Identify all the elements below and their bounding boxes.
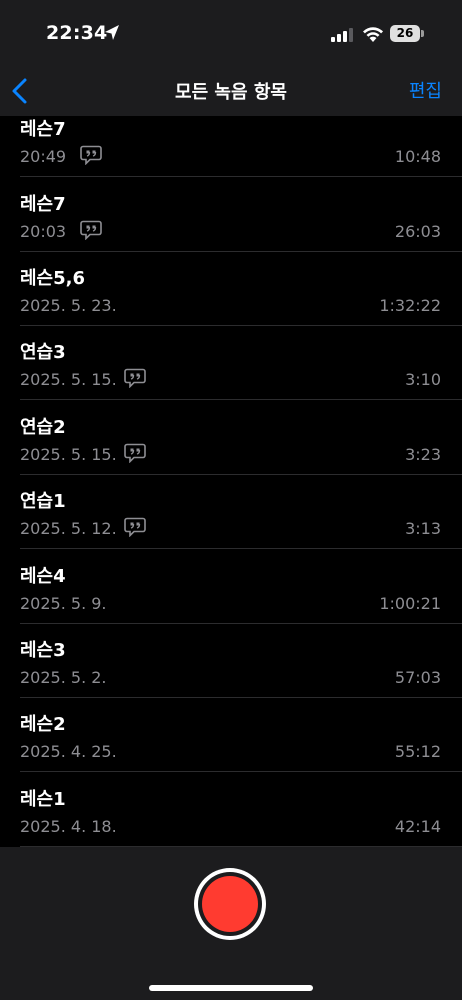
recording-date: 2025. 5. 12. [20,519,117,538]
recording-row[interactable]: 연습2 2025. 5. 15. 3:23 [0,401,462,475]
recording-title: 레슨2 [20,714,66,735]
recording-title: 레슨7 [20,119,66,140]
recording-row[interactable]: 레슨7 20:03 26:03 [0,178,462,252]
recordings-list: 레슨7 20:49 10:48 레슨7 20:03 26:03 레슨5,6 2025. 5. … [0,116,462,847]
recording-title: 연습2 [20,417,66,438]
recording-date: 2025. 5. 15. [20,445,117,464]
quote-bubble-icon [124,443,146,463]
recording-row[interactable]: 레슨4 2025. 5. 9. 1:00:21 [0,550,462,624]
recording-row[interactable]: 레슨7 20:49 10:48 [0,116,462,177]
recording-row[interactable]: 레슨2 2025. 4. 25. 55:12 [0,698,462,772]
recording-date: 2025. 5. 9. [20,594,107,613]
edit-button[interactable]: 편집 [409,77,442,103]
recording-title: 레슨3 [20,640,66,661]
recording-date: 20:49 [20,147,67,166]
quote-bubble-icon [80,145,102,165]
quote-bubble-icon [80,220,102,240]
battery-level: 26 [390,25,420,42]
recording-title: 레슨4 [20,566,66,587]
recording-date: 2025. 5. 15. [20,370,117,389]
quote-bubble-icon [124,368,146,388]
row-divider [20,399,462,400]
recording-date: 20:03 [20,222,67,241]
row-divider [20,548,462,549]
record-button[interactable] [194,868,266,940]
recording-title: 레슨1 [20,789,66,810]
recording-duration: 57:03 [394,668,441,687]
recording-duration: 3:23 [405,445,441,464]
recording-date: 2025. 5. 23. [20,296,117,315]
battery-cap [421,30,424,37]
row-divider [20,771,462,772]
status-time: 22:34 [46,22,108,44]
cellular-signal-icon [331,28,353,42]
recording-duration: 55:12 [394,742,441,761]
recording-title: 연습1 [20,491,66,512]
recording-date: 2025. 4. 18. [20,817,117,836]
status-bar: 22:34 26 [0,0,462,68]
recording-row[interactable]: 레슨5,6 2025. 5. 23. 1:32:22 [0,252,462,326]
record-button-ring [198,872,262,936]
battery-indicator: 26 [390,25,424,42]
recording-title: 레슨5,6 [20,268,86,289]
recording-duration: 1:32:22 [379,296,441,315]
recording-title: 연습3 [20,342,66,363]
recording-duration: 1:00:21 [379,594,441,613]
record-icon [202,876,258,932]
row-divider [20,176,462,177]
home-indicator[interactable] [149,985,313,991]
recording-row[interactable]: 연습3 2025. 5. 15. 3:10 [0,326,462,400]
recording-duration: 3:13 [405,519,441,538]
recording-row[interactable]: 레슨3 2025. 5. 2. 57:03 [0,624,462,698]
recording-duration: 3:10 [405,370,441,389]
wifi-icon [363,27,383,42]
recording-duration: 42:14 [394,817,441,836]
recording-duration: 26:03 [394,222,441,241]
location-arrow-icon [105,25,119,40]
page-title: 모든 녹음 항목 [175,82,287,103]
quote-bubble-icon [124,517,146,537]
recording-duration: 10:48 [394,147,441,166]
recording-row[interactable]: 연습1 2025. 5. 12. 3:13 [0,475,462,549]
recording-date: 2025. 4. 25. [20,742,117,761]
recording-date: 2025. 5. 2. [20,668,107,687]
recording-title: 레슨7 [20,194,66,215]
recording-row[interactable]: 레슨1 2025. 4. 18. 42:14 [0,773,462,847]
navigation-bar: 모든 녹음 항목 편집 [0,68,462,116]
